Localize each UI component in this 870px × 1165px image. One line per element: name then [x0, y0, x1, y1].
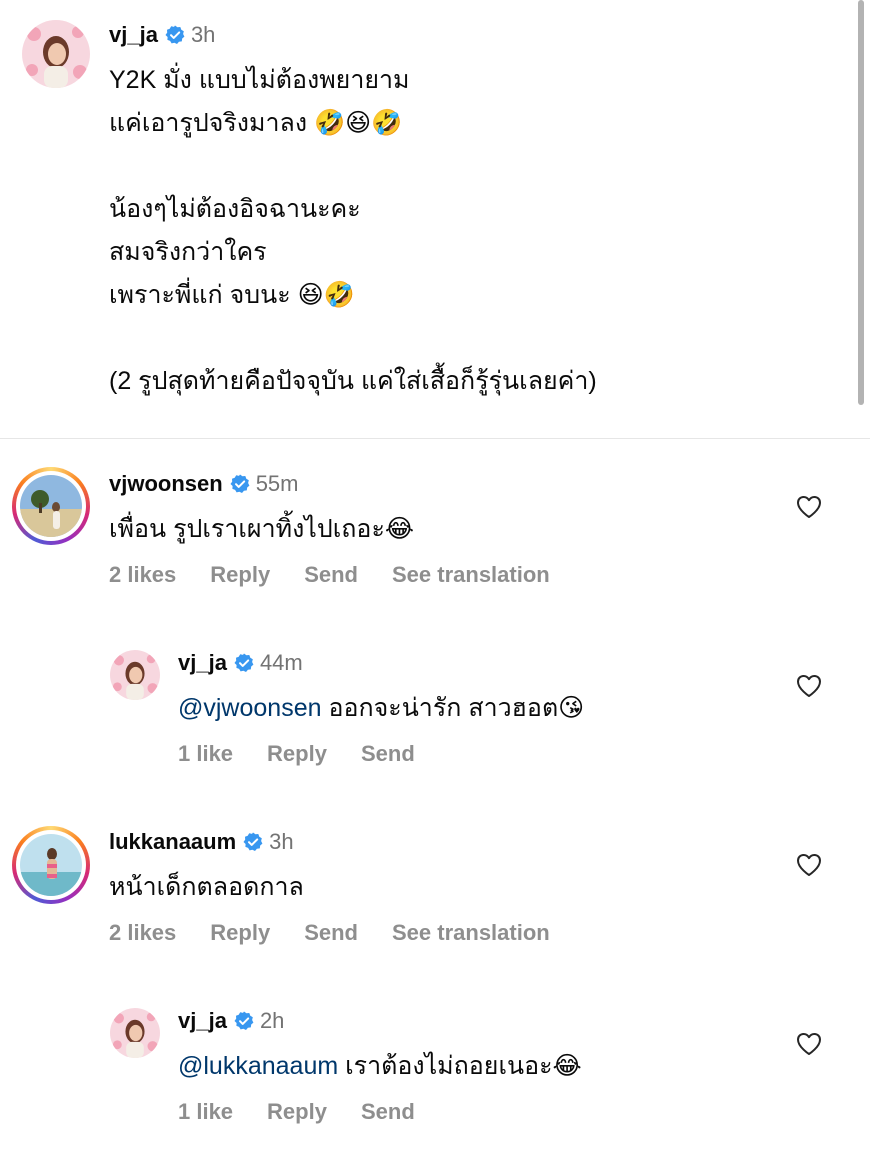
timestamp: 2h — [259, 1008, 285, 1033]
mention-link[interactable]: @lukkanaaum — [178, 1052, 338, 1080]
reply-button[interactable]: Reply — [210, 562, 270, 588]
verified-badge-icon — [230, 474, 250, 494]
like-heart-icon[interactable] — [796, 495, 822, 519]
reply-button[interactable]: Reply — [210, 920, 270, 946]
comment-text: @lukkanaaum เราต้องไม่ถอยเนอะ😂 — [178, 1045, 582, 1088]
username[interactable]: vj_ja — [178, 1008, 227, 1034]
likes-count[interactable]: 1 like — [178, 741, 233, 767]
avatar-image — [20, 834, 82, 896]
timestamp: 55m — [255, 471, 299, 496]
avatar-story-ring[interactable] — [12, 826, 90, 904]
comment-body: หน้าเด็กตลอดกาล — [109, 873, 304, 901]
likes-count[interactable]: 2 likes — [109, 562, 176, 588]
see-translation-button[interactable]: See translation — [392, 562, 550, 588]
comment-body: เพื่อน รูปเราเผาทิ้งไปเถอะ😂 — [109, 515, 415, 543]
send-button[interactable]: Send — [304, 920, 358, 946]
likes-count[interactable]: 1 like — [178, 1099, 233, 1125]
avatar-story-ring[interactable] — [12, 467, 90, 545]
comment-actions: 1 like Reply Send — [178, 741, 449, 767]
comment-header: vjwoonsen 55m — [109, 471, 298, 497]
timestamp: 3h — [190, 22, 216, 47]
username[interactable]: lukkanaaum — [109, 829, 236, 855]
avatar-image — [20, 475, 82, 537]
like-heart-icon[interactable] — [796, 853, 822, 877]
timestamp: 44m — [259, 650, 303, 675]
send-button[interactable]: Send — [304, 562, 358, 588]
avatar-image — [110, 650, 160, 700]
scrollbar-thumb[interactable] — [858, 0, 864, 405]
comment-text: @vjwoonsen ออกจะน่ารัก สาวฮอต😘 — [178, 687, 584, 730]
avatar-image — [22, 20, 90, 88]
comment-actions: 2 likes Reply Send See translation — [109, 562, 584, 588]
username[interactable]: vj_ja — [178, 650, 227, 676]
comment-text: เพื่อน รูปเราเผาทิ้งไปเถอะ😂 — [109, 508, 414, 551]
comment-header: vj_ja 44m — [178, 650, 303, 676]
divider — [0, 438, 870, 439]
caption-header: vj_ja 3h — [109, 22, 215, 48]
reply-button[interactable]: Reply — [267, 741, 327, 767]
username[interactable]: vj_ja — [109, 22, 158, 48]
timestamp: 3h — [269, 829, 294, 854]
comment-header: vj_ja 2h — [178, 1008, 284, 1034]
avatar[interactable] — [110, 1008, 160, 1058]
username[interactable]: vjwoonsen — [109, 471, 223, 497]
like-heart-icon[interactable] — [796, 674, 822, 698]
avatar — [20, 834, 82, 896]
caption-line: สมจริงกว่าใคร — [109, 238, 267, 266]
like-heart-icon[interactable] — [796, 1032, 822, 1056]
comment-actions: 1 like Reply Send — [178, 1099, 449, 1125]
comment-body: ออกจะน่ารัก สาวฮอต😘 — [321, 694, 585, 722]
comment-text: หน้าเด็กตลอดกาล — [109, 866, 304, 909]
comment-actions: 2 likes Reply Send See translation — [109, 920, 584, 946]
avatar-image — [110, 1008, 160, 1058]
reply-button[interactable]: Reply — [267, 1099, 327, 1125]
verified-badge-icon — [165, 25, 185, 45]
mention-link[interactable]: @vjwoonsen — [178, 694, 322, 722]
avatar[interactable] — [22, 20, 90, 88]
caption-text: Y2K มั่ง แบบไม่ต้องพยายาม แค่เอารูปจริงม… — [109, 59, 597, 403]
send-button[interactable]: Send — [361, 741, 415, 767]
caption-line: เพราะพี่แก่ จบนะ 😆🤣 — [109, 281, 355, 309]
caption-line: (2 รูปสุดท้ายคือปัจจุบัน แค่ใส่เสื้อก็รู… — [109, 367, 597, 395]
send-button[interactable]: Send — [361, 1099, 415, 1125]
likes-count[interactable]: 2 likes — [109, 920, 176, 946]
caption-line: น้องๆไม่ต้องอิจฉานะคะ — [109, 195, 361, 223]
verified-badge-icon — [234, 653, 254, 673]
verified-badge-icon — [243, 832, 263, 852]
verified-badge-icon — [234, 1011, 254, 1031]
caption-line: แค่เอารูปจริงมาลง 🤣😆🤣 — [109, 109, 403, 137]
see-translation-button[interactable]: See translation — [392, 920, 550, 946]
caption-line: Y2K มั่ง แบบไม่ต้องพยายาม — [109, 66, 410, 94]
avatar — [20, 475, 82, 537]
avatar[interactable] — [110, 650, 160, 700]
comment-body: เราต้องไม่ถอยเนอะ😂 — [338, 1052, 582, 1080]
comment-header: lukkanaaum 3h — [109, 829, 294, 855]
